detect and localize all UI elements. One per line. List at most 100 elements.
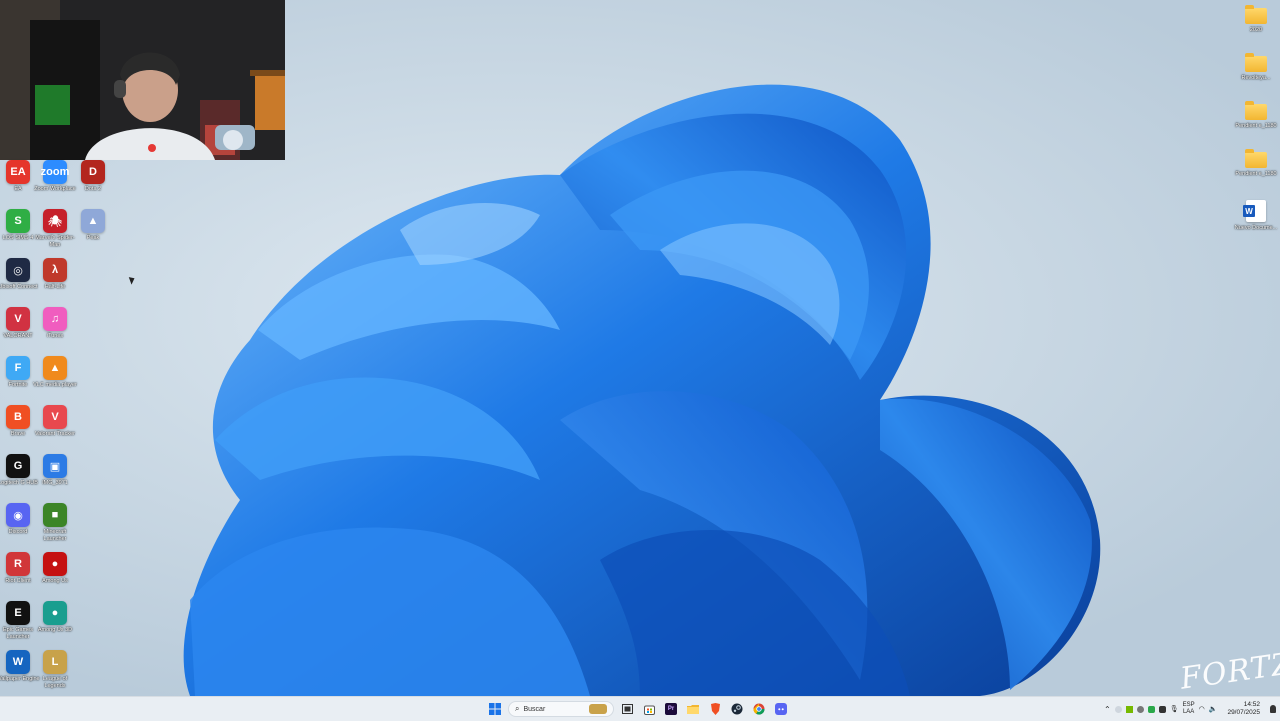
desktop-icon[interactable]: ● Among Us 3D (37, 601, 73, 649)
desktop-icon[interactable]: V VALORANT (0, 307, 36, 355)
desktop-icon-label: Revolteya... (1241, 75, 1271, 81)
taskbar: ⌕ Buscar Pr ⌃ 🎙 ESP LAA ◠ 🔈 14:52 29/07/… (0, 696, 1280, 721)
desktop-icon[interactable]: L League of Legends (37, 650, 73, 696)
tray-app-icon[interactable] (1136, 705, 1144, 713)
app-icon: V (43, 405, 67, 429)
tray-app-icon[interactable] (1158, 705, 1166, 713)
desktop-icon-label: Minecraft Launcher (43, 529, 67, 542)
desktop-icon-label: VLC media player (33, 382, 77, 388)
desktop-icon-label: iTunes (46, 333, 64, 339)
file-explorer-button[interactable] (684, 700, 702, 718)
search-placeholder: Buscar (523, 705, 546, 713)
app-icon: ▲ (81, 209, 105, 233)
tray-overflow-chevron-icon[interactable]: ⌃ (1104, 705, 1111, 714)
app-icon: G (6, 454, 30, 478)
desktop-icon-label: Dota 2 (84, 186, 102, 192)
app-icon: E (6, 601, 30, 625)
app-icon: 🕷 (43, 209, 67, 233)
start-button[interactable] (486, 700, 504, 718)
chrome-icon (753, 703, 765, 715)
brave-button[interactable] (706, 700, 724, 718)
folder-desktop-icon[interactable]: Pendient e_1180 (1234, 149, 1278, 178)
folder-icon (1245, 5, 1267, 24)
desktop-icon[interactable]: B Brave (0, 405, 36, 453)
task-view-icon (621, 704, 633, 714)
premiere-button[interactable]: Pr (662, 700, 680, 718)
windows-logo-icon (489, 703, 501, 715)
app-icon: V (6, 307, 30, 331)
webcam-overlay (0, 0, 285, 160)
desktop-icon-label: Peak (86, 235, 100, 241)
desktop-icon[interactable]: V Valorant Tracker (35, 405, 75, 453)
desktop-icon[interactable]: R Riot Client (0, 552, 36, 600)
language-indicator[interactable]: ESP LAA (1183, 702, 1195, 716)
app-icon: ■ (43, 503, 67, 527)
word-document-icon[interactable]: W Nuevo Docume... (1234, 200, 1278, 232)
desktop-icon[interactable]: ♫ iTunes (37, 307, 73, 355)
store-icon (643, 705, 655, 715)
folder-desktop-icon[interactable]: Revolteya... (1234, 53, 1278, 82)
app-icon: λ (43, 258, 67, 282)
desktop-icon-label: Half-Life (44, 284, 66, 290)
tray-app-icon[interactable] (1114, 705, 1122, 713)
wifi-icon[interactable]: ◠ (1199, 705, 1205, 713)
desktop-icon[interactable]: ▲ Peak (75, 209, 111, 257)
desktop-icon[interactable]: λ Half-Life (37, 258, 73, 306)
desktop-icon[interactable]: D Dota 2 (75, 160, 111, 208)
folder-desktop-icon[interactable]: Pendient e_1180 (1234, 101, 1278, 130)
store-button[interactable] (640, 700, 658, 718)
notification-bell-icon[interactable] (1270, 705, 1276, 713)
desktop-icon-label: Pendient e_1180 (1235, 123, 1277, 129)
desktop[interactable]: EA EA zoom Zoom Workplace D Dota 2 S LOS SIMS 4… (0, 0, 1280, 696)
volume-icon[interactable]: 🔈 (1209, 705, 1218, 713)
language-code: ESP (1182, 702, 1195, 708)
keyboard-layout: LAA (1182, 709, 1195, 715)
folder-desktop-icon[interactable]: 2020 (1234, 5, 1278, 34)
desktop-icon-label: Among Us 3D (37, 627, 73, 633)
discord-button[interactable] (772, 700, 790, 718)
desktop-icon[interactable]: E Epic Games Launcher (0, 601, 36, 649)
microphone-icon[interactable]: 🎙 (1170, 705, 1179, 713)
chrome-button[interactable] (750, 700, 768, 718)
clock-time: 14:52 (1243, 701, 1260, 708)
app-icon: ● (43, 552, 67, 576)
desktop-icon[interactable]: zoom Zoom Workplace (34, 160, 76, 208)
desktop-icon-label: League of Legends (42, 676, 68, 689)
desktop-icon-label: 2020 (1249, 27, 1263, 33)
tray-nvidia-icon[interactable] (1125, 705, 1133, 713)
app-icon: ◉ (6, 503, 30, 527)
folder-icon (687, 705, 699, 714)
app-icon: ▣ (43, 454, 67, 478)
app-icon: ● (43, 601, 67, 625)
steam-button[interactable] (728, 700, 746, 718)
discord-icon (775, 703, 787, 715)
folder-icon (1245, 53, 1267, 72)
app-icon: L (43, 650, 67, 674)
desktop-icon[interactable]: ◎ Ubisoft Connect (0, 258, 38, 306)
folder-icon (1245, 149, 1267, 168)
desktop-icon[interactable]: F Fortnite (0, 356, 36, 404)
desktop-icon[interactable]: ■ Minecraft Launcher (37, 503, 73, 551)
clock[interactable]: 14:52 29/07/2025 (1227, 701, 1260, 717)
tray-app-icon[interactable] (1147, 705, 1155, 713)
brave-icon (710, 703, 720, 715)
taskbar-search-box[interactable]: ⌕ Buscar (508, 701, 614, 717)
app-icon: S (6, 209, 30, 233)
desktop-icon-label: Among Us (42, 578, 68, 584)
desktop-icon[interactable]: 🕷 Marvel's Spider-Man (35, 209, 75, 257)
desktop-icon[interactable]: ▲ VLC media player (33, 356, 77, 404)
desktop-icon-label: Valorant Tracker (35, 431, 75, 437)
desktop-icon[interactable]: ● Among Us (37, 552, 73, 600)
task-view-button[interactable] (618, 700, 636, 718)
app-icon: zoom (41, 160, 69, 184)
app-icon: D (81, 160, 105, 184)
desktop-icon[interactable]: S LOS SIMS 4 (0, 209, 36, 257)
desktop-icon[interactable]: W Wallpaper Engine (0, 650, 40, 696)
search-icon: ⌕ (515, 704, 520, 713)
desktop-icon-label: IMG_3971 (42, 480, 68, 486)
desktop-icon[interactable]: EA EA (0, 160, 36, 208)
desktop-icon[interactable]: ▣ IMG_3971 (37, 454, 73, 502)
desktop-icon[interactable]: G Logitech G HUB (0, 454, 38, 502)
desktop-icon[interactable]: ◉ Discord (0, 503, 36, 551)
app-icon: B (6, 405, 30, 429)
